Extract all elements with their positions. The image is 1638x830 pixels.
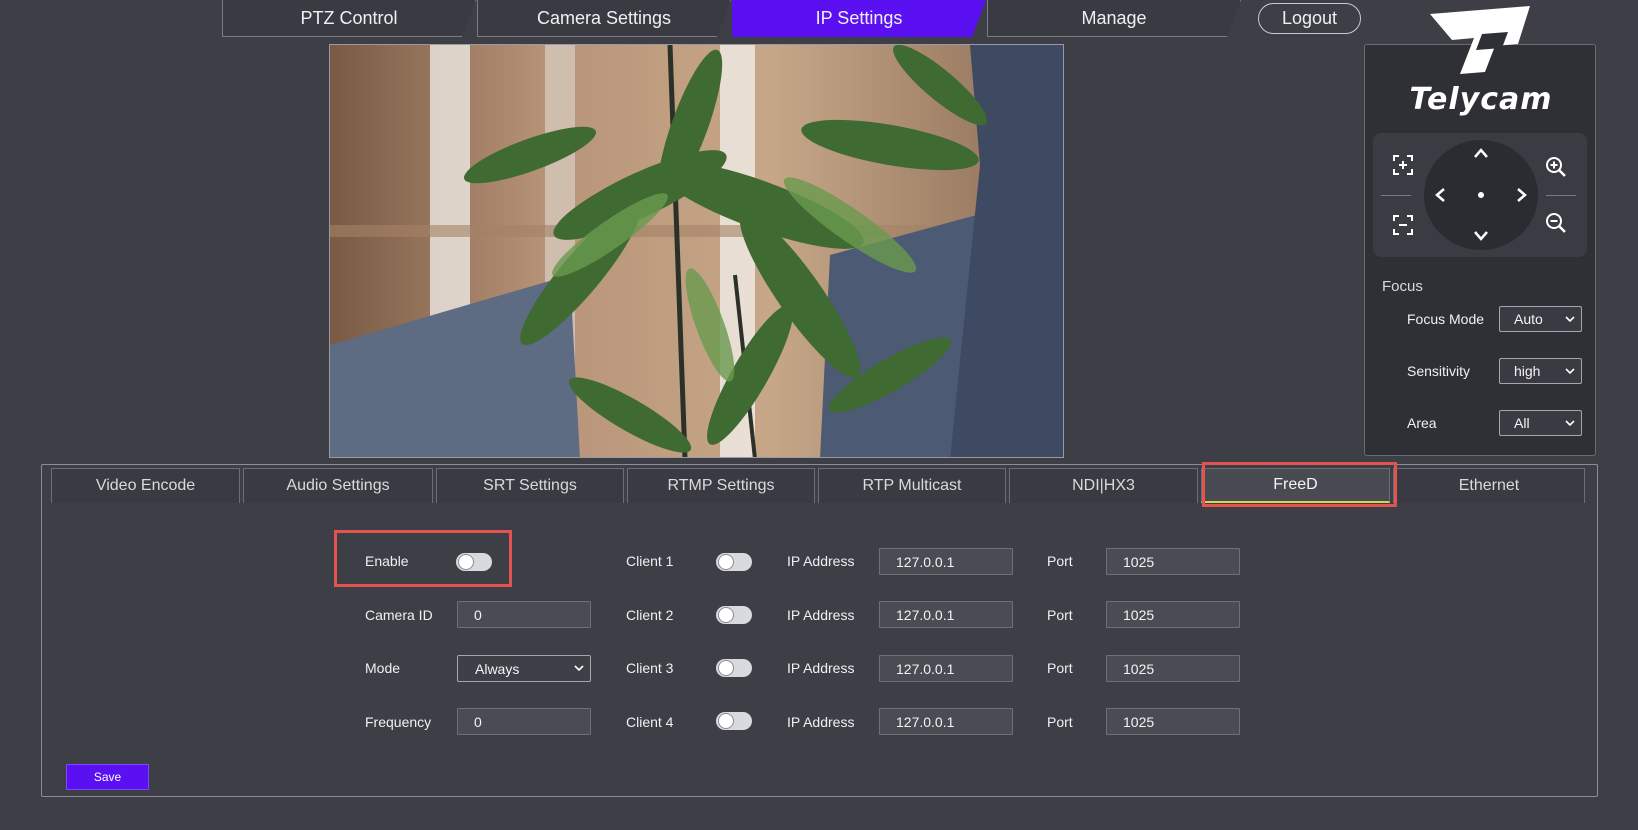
brand-name: Telycam (1409, 82, 1553, 117)
mode-select[interactable]: Always (457, 655, 591, 682)
area-value: All (1514, 415, 1530, 431)
sensitivity-label: Sensitivity (1407, 363, 1471, 379)
subtab-label: NDI|HX3 (1072, 477, 1135, 494)
client-1-label: Client 1 (626, 553, 674, 569)
client-4-ip-input[interactable] (879, 708, 1013, 735)
chevron-down-icon (574, 665, 584, 672)
client-2-port-label: Port (1047, 607, 1073, 623)
client-4-toggle[interactable] (716, 712, 752, 730)
tab-ip-settings[interactable]: IP Settings (732, 0, 986, 37)
logout-button[interactable]: Logout (1258, 3, 1361, 34)
client-1-port-label: Port (1047, 553, 1073, 569)
subtab-ethernet[interactable]: Ethernet (1393, 468, 1585, 503)
camera-id-label: Camera ID (365, 607, 433, 623)
focus-mode-label: Focus Mode (1407, 311, 1485, 327)
chevron-down-icon (1565, 420, 1575, 427)
sensitivity-select[interactable]: high (1499, 358, 1582, 384)
client-3-ip-label: IP Address (787, 660, 855, 676)
focus-near-icon[interactable] (1391, 153, 1415, 177)
mode-value: Always (475, 660, 520, 677)
save-button[interactable]: Save (66, 764, 149, 790)
subtab-label: RTMP Settings (667, 477, 775, 494)
enable-toggle[interactable] (456, 553, 492, 571)
tab-label: IP Settings (815, 7, 903, 28)
camera-id-input[interactable] (457, 601, 591, 628)
tab-camera-settings[interactable]: Camera Settings (477, 0, 731, 37)
tab-ptz-control[interactable]: PTZ Control (222, 0, 476, 37)
subtab-ndi-hx3[interactable]: NDI|HX3 (1009, 468, 1198, 503)
tab-label: PTZ Control (300, 7, 398, 28)
chevron-down-icon (1565, 316, 1575, 323)
ptz-joystick (1424, 140, 1538, 250)
client-4-port-input[interactable] (1106, 708, 1240, 735)
client-3-port-input[interactable] (1106, 655, 1240, 682)
pad-divider-left (1381, 195, 1411, 196)
subtab-label: Audio Settings (286, 477, 390, 494)
subtab-label: SRT Settings (483, 477, 577, 494)
tab-label: Manage (1081, 7, 1147, 28)
client-3-ip-input[interactable] (879, 655, 1013, 682)
focus-far-icon[interactable] (1391, 213, 1415, 237)
subtab-label: FreeD (1273, 476, 1318, 493)
focus-mode-select[interactable]: Auto (1499, 306, 1582, 332)
focus-mode-value: Auto (1514, 311, 1543, 327)
client-1-toggle[interactable] (716, 553, 752, 571)
sensitivity-value: high (1514, 363, 1541, 379)
subtab-freed[interactable]: FreeD (1201, 468, 1390, 503)
center-dot-icon[interactable] (1472, 186, 1490, 204)
subtab-srt-settings[interactable]: SRT Settings (436, 468, 624, 503)
client-2-port-input[interactable] (1106, 601, 1240, 628)
zoom-out-icon[interactable] (1544, 211, 1568, 235)
top-nav: PTZ Control Camera Settings IP Settings … (222, 0, 1242, 37)
client-4-port-label: Port (1047, 714, 1073, 730)
subtab-label: Video Encode (95, 477, 196, 494)
frequency-label: Frequency (365, 714, 432, 730)
subtab-label: Ethernet (1458, 477, 1520, 494)
client-1-ip-input[interactable] (879, 548, 1013, 575)
subtab-audio-settings[interactable]: Audio Settings (243, 468, 433, 503)
zoom-in-icon[interactable] (1544, 155, 1568, 179)
video-preview (329, 44, 1064, 458)
subtab-rtp-multicast[interactable]: RTP Multicast (818, 468, 1006, 503)
subtab-video-encode[interactable]: Video Encode (51, 468, 240, 503)
mode-label: Mode (365, 660, 401, 676)
client-3-label: Client 3 (626, 660, 674, 676)
pad-divider-right (1546, 195, 1576, 196)
subtab-label: RTP Multicast (862, 477, 962, 494)
settings-subtabs: Video Encode Audio Settings SRT Settings… (51, 468, 1588, 503)
area-label: Area (1407, 415, 1437, 431)
chevron-down-icon[interactable] (1472, 226, 1490, 244)
client-4-label: Client 4 (626, 714, 674, 730)
tab-manage[interactable]: Manage (987, 0, 1241, 37)
chevron-down-icon (1565, 368, 1575, 375)
settings-panel (41, 464, 1598, 797)
enable-label: Enable (365, 553, 409, 569)
client-1-ip-label: IP Address (787, 553, 855, 569)
frequency-input[interactable] (457, 708, 591, 735)
client-2-ip-input[interactable] (879, 601, 1013, 628)
chevron-left-icon[interactable] (1432, 186, 1450, 204)
chevron-right-icon[interactable] (1512, 186, 1530, 204)
client-2-toggle[interactable] (716, 606, 752, 624)
chevron-up-icon[interactable] (1472, 145, 1490, 163)
focus-section-title: Focus (1382, 278, 1423, 295)
client-2-label: Client 2 (626, 607, 674, 623)
client-1-port-input[interactable] (1106, 548, 1240, 575)
camera-feed-image (330, 45, 1063, 457)
client-3-port-label: Port (1047, 660, 1073, 676)
tab-label: Camera Settings (536, 7, 672, 28)
client-4-ip-label: IP Address (787, 714, 855, 730)
client-3-toggle[interactable] (716, 659, 752, 677)
subtab-rtmp-settings[interactable]: RTMP Settings (627, 468, 815, 503)
area-select[interactable]: All (1499, 410, 1582, 436)
client-2-ip-label: IP Address (787, 607, 855, 623)
